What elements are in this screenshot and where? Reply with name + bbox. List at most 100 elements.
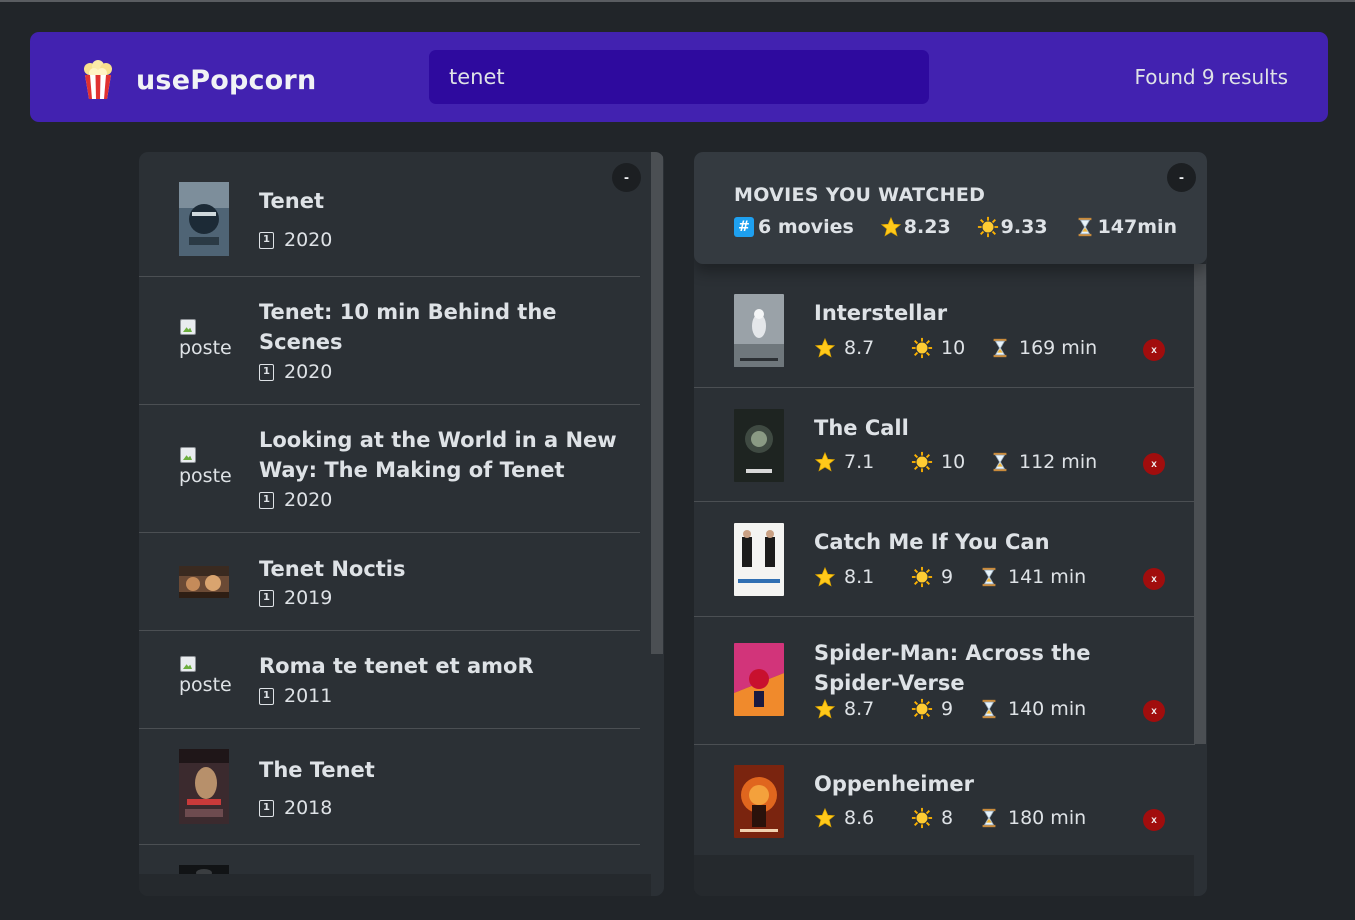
watched-item[interactable]: Oppenheimer 8.6 8 180 min x bbox=[694, 745, 1195, 855]
result-item[interactable]: Tenet 1 2020 bbox=[139, 152, 640, 277]
poster-image bbox=[734, 523, 784, 596]
watched-imdb: 8.1 bbox=[814, 566, 911, 588]
result-title: Tenet bbox=[259, 189, 325, 213]
watched-item[interactable]: The Call 7.1 10 112 min x bbox=[694, 388, 1195, 502]
sun-icon bbox=[911, 698, 933, 720]
nav-bar: usePopcorn Found 9 results bbox=[30, 32, 1328, 122]
broken-poster-image: poste bbox=[179, 319, 239, 359]
summary-count-text: 6 movies bbox=[758, 216, 854, 238]
results-scrollbar-thumb[interactable] bbox=[651, 152, 663, 654]
watched-summary: MOVIES YOU WATCHED # 6 movies 8.23 9.33 … bbox=[694, 152, 1207, 264]
result-title: Looking at the World in a New Way: The M… bbox=[259, 428, 617, 482]
sun-icon bbox=[911, 566, 933, 588]
watched-user: 10 bbox=[911, 337, 989, 359]
star-icon bbox=[814, 566, 836, 587]
watched-scrollbar[interactable] bbox=[1194, 264, 1207, 896]
broken-image-icon bbox=[180, 447, 196, 463]
watched-stats: 8.7 10 169 min bbox=[814, 337, 1097, 359]
result-item[interactable]: poste Tenet: 10 min Behind the Scenes 1 … bbox=[139, 277, 640, 405]
broken-poster-image: poste bbox=[179, 447, 239, 487]
result-title: The Tenet bbox=[259, 758, 375, 782]
toggle-watched-button[interactable]: - bbox=[1167, 163, 1196, 192]
watched-user-text: 10 bbox=[941, 337, 966, 359]
star-icon bbox=[814, 337, 836, 358]
calendar-icon: 1 bbox=[259, 687, 274, 705]
watched-runtime-text: 180 min bbox=[1008, 807, 1087, 829]
watched-bottom-fade bbox=[694, 855, 1194, 896]
watched-stats: 7.1 10 112 min bbox=[814, 451, 1097, 473]
watched-runtime: 140 min bbox=[978, 698, 1086, 720]
results-bottom-fade bbox=[139, 874, 651, 896]
result-item[interactable]: poste Looking at the World in a New Way:… bbox=[139, 405, 640, 533]
star-icon bbox=[880, 216, 901, 237]
result-year: 1 2019 bbox=[259, 587, 332, 609]
watched-title: The Call bbox=[814, 416, 909, 440]
watched-imdb-text: 8.7 bbox=[844, 698, 875, 720]
broken-image-icon bbox=[180, 656, 196, 672]
watched-imdb: 8.7 bbox=[814, 337, 911, 359]
watched-item[interactable]: Spider-Man: Across the Spider-Verse 8.7 … bbox=[694, 617, 1195, 745]
delete-button[interactable]: x bbox=[1143, 700, 1165, 722]
watched-imdb: 8.6 bbox=[814, 807, 911, 829]
delete-button[interactable]: x bbox=[1143, 453, 1165, 475]
watched-user: 9 bbox=[911, 698, 978, 720]
result-year: 1 2020 bbox=[259, 229, 332, 251]
delete-button[interactable]: x bbox=[1143, 809, 1165, 831]
summary-imdb-text: 8.23 bbox=[903, 216, 951, 238]
calendar-icon: 1 bbox=[259, 799, 274, 817]
watched-item[interactable]: Catch Me If You Can 8.1 9 141 min x bbox=[694, 502, 1195, 617]
watched-runtime-text: 141 min bbox=[1008, 566, 1087, 588]
watched-box: - MOVIES YOU WATCHED # 6 movies 8.23 9.3… bbox=[694, 152, 1207, 896]
watched-runtime-text: 112 min bbox=[1019, 451, 1098, 473]
hourglass-icon bbox=[993, 338, 1007, 358]
window-top-border bbox=[0, 0, 1355, 2]
result-year-text: 2018 bbox=[284, 797, 333, 819]
result-year: 1 2020 bbox=[259, 361, 332, 383]
broken-poster-image: poste bbox=[179, 656, 239, 696]
watched-title: Catch Me If You Can bbox=[814, 530, 1050, 554]
results-scrollbar[interactable] bbox=[651, 152, 664, 896]
poster-image bbox=[179, 749, 229, 824]
delete-button[interactable]: x bbox=[1143, 339, 1165, 361]
watched-runtime-text: 169 min bbox=[1019, 337, 1098, 359]
sun-icon bbox=[977, 216, 998, 238]
search-input[interactable] bbox=[429, 50, 929, 104]
app-name: usePopcorn bbox=[136, 64, 317, 96]
calendar-icon: 1 bbox=[259, 363, 274, 381]
toggle-results-button[interactable]: - bbox=[612, 163, 641, 192]
result-item[interactable]: The Tenet 1 2018 bbox=[139, 729, 640, 845]
summary-imdb: 8.23 bbox=[880, 216, 951, 238]
delete-button[interactable]: x bbox=[1143, 568, 1165, 590]
hourglass-icon bbox=[993, 452, 1007, 472]
result-year: 1 2011 bbox=[259, 685, 332, 707]
calendar-icon: 1 bbox=[259, 589, 274, 607]
result-year: 1 2020 bbox=[259, 489, 332, 511]
watched-imdb: 8.7 bbox=[814, 698, 911, 720]
star-icon bbox=[814, 807, 836, 828]
summary-runtime-text: 147min bbox=[1097, 216, 1178, 238]
hourglass-icon bbox=[982, 808, 996, 828]
result-item[interactable]: poste Roma te tenet et amoR 1 2011 bbox=[139, 631, 640, 729]
result-year-text: 2020 bbox=[284, 489, 333, 511]
watched-stats: 8.6 8 180 min bbox=[814, 807, 1086, 829]
watched-imdb-text: 8.1 bbox=[844, 566, 875, 588]
hourglass-icon bbox=[1078, 217, 1091, 237]
watched-item[interactable]: Interstellar 8.7 10 169 min x bbox=[694, 264, 1195, 388]
watched-stats: 8.1 9 141 min bbox=[814, 566, 1086, 588]
result-year-text: 2019 bbox=[284, 587, 333, 609]
summary-stats: # 6 movies 8.23 9.33 147min bbox=[734, 216, 1177, 238]
watched-stats: 8.7 9 140 min bbox=[814, 698, 1086, 720]
hash-icon: # bbox=[734, 217, 754, 237]
watched-runtime-text: 140 min bbox=[1008, 698, 1087, 720]
watched-scrollbar-thumb[interactable] bbox=[1194, 264, 1206, 744]
sun-icon bbox=[911, 807, 933, 829]
result-title: Tenet Noctis bbox=[259, 557, 406, 581]
hourglass-icon bbox=[982, 567, 996, 587]
poster-image bbox=[734, 409, 784, 482]
result-item[interactable]: Tenet Noctis 1 2019 bbox=[139, 533, 640, 631]
search-results-box: - Tenet 1 2020 poste Tenet: bbox=[139, 152, 664, 896]
star-icon bbox=[814, 451, 836, 472]
watched-title: Spider-Man: Across the Spider-Verse bbox=[814, 641, 1091, 695]
summary-count: # 6 movies bbox=[734, 216, 854, 238]
watched-user-text: 9 bbox=[941, 566, 954, 588]
